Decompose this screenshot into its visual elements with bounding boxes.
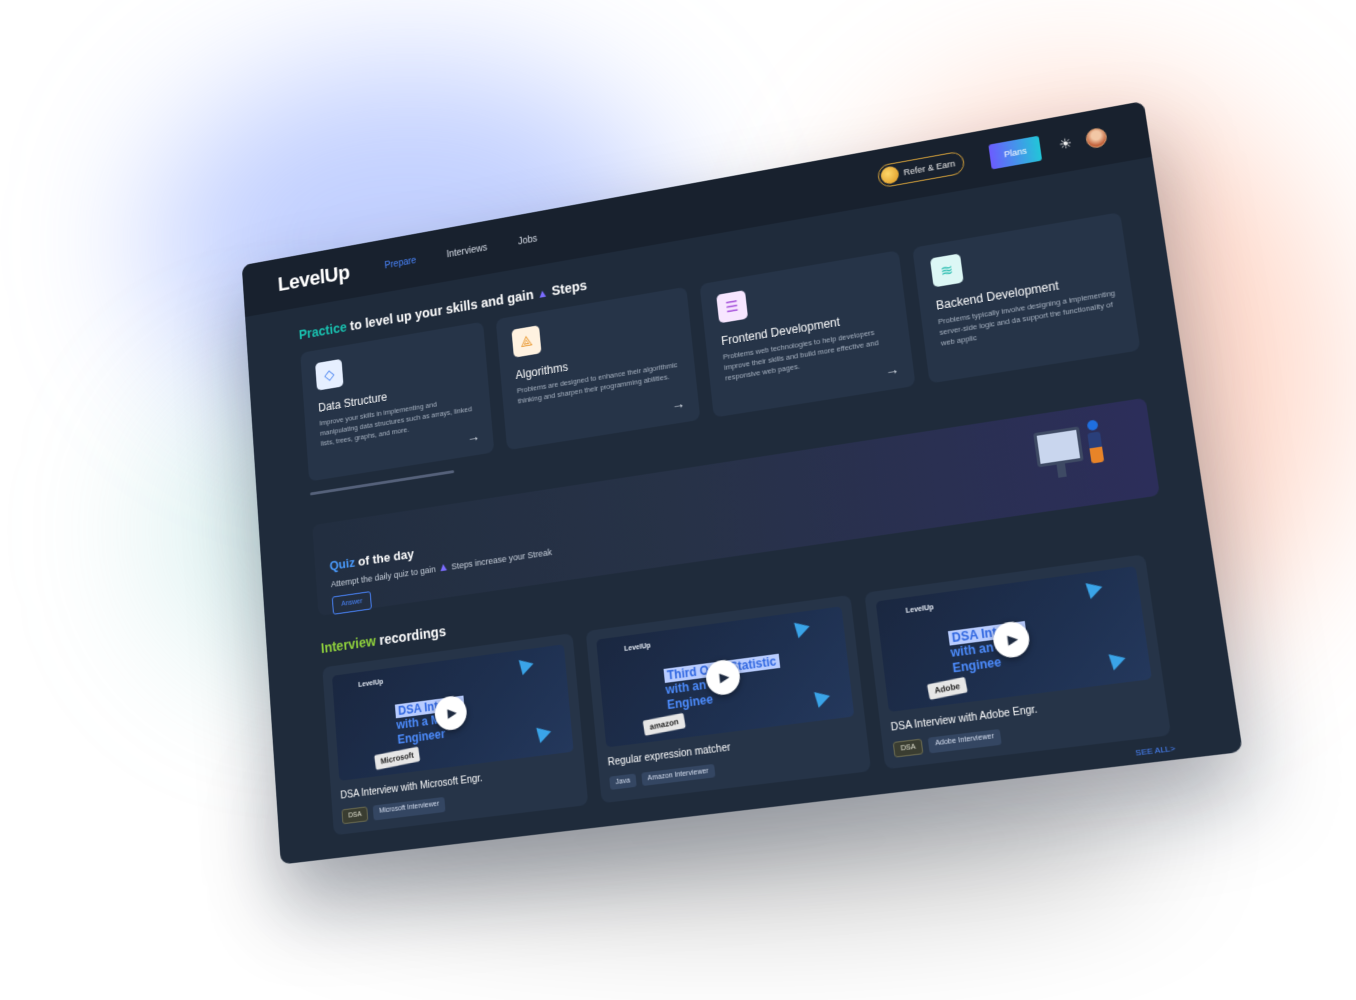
quiz-title-highlight: Quiz: [329, 555, 356, 574]
recordings-heading-text: recordings: [375, 623, 447, 649]
cursor-icon: [513, 654, 534, 676]
brand-tag: amazon: [642, 712, 686, 736]
steps-icon: ▲: [437, 559, 450, 575]
plans-button[interactable]: Plans: [988, 135, 1043, 170]
cursor-icon: [788, 616, 810, 639]
video-thumbnail[interactable]: LevelUp Third Ord Statistic with an n En…: [596, 606, 855, 748]
thumbnail-logo: LevelUp: [358, 678, 384, 689]
practice-heading-highlight: Practice: [298, 319, 348, 343]
sun-icon[interactable]: ☀: [1058, 134, 1073, 153]
person-head-illustration: [1086, 419, 1099, 432]
nav-interviews[interactable]: Interviews: [446, 242, 487, 259]
mockup-stage: LevelUp Prepare Interviews Jobs Refer & …: [0, 0, 1356, 1000]
cursor-icon: [1102, 647, 1126, 671]
practice-heading-steps: Steps: [550, 277, 588, 299]
practice-card-data-structure[interactable]: ◇ Data Structure Improve your skills in …: [300, 321, 495, 482]
person-body-illustration: [1087, 431, 1105, 464]
tag: DSA: [892, 738, 924, 758]
steps-icon: ▲: [536, 286, 549, 301]
avatar[interactable]: [1084, 126, 1109, 150]
quiz-subtitle: Attempt the daily quiz to gain ▲ Steps i…: [330, 458, 1139, 590]
nav-jobs[interactable]: Jobs: [518, 233, 538, 247]
tag: Amazon Interviewer: [641, 763, 716, 787]
video-thumbnail[interactable]: LevelUp DSA Inte w with an Enginee Adobe…: [875, 566, 1152, 713]
recording-card-adobe[interactable]: LevelUp DSA Inte w with an Enginee Adobe…: [864, 554, 1172, 770]
thumbnail-logo: LevelUp: [623, 642, 651, 653]
tag: DSA: [341, 806, 369, 825]
database-icon: ≋: [929, 253, 964, 288]
arrow-right-icon[interactable]: →: [671, 395, 686, 412]
brand-tag: Adobe: [926, 676, 968, 700]
practice-card-algorithms[interactable]: ⟁ Algorithms Problems are designed to en…: [495, 286, 701, 451]
monitor-illustration: [1033, 426, 1084, 468]
quiz-illustration: [1032, 414, 1116, 500]
arrow-right-icon[interactable]: →: [466, 428, 480, 445]
cursor-icon: [530, 721, 552, 744]
cursor-icon: [1079, 576, 1103, 600]
coin-icon: [879, 165, 900, 186]
recordings-heading-highlight: Interview: [320, 632, 377, 657]
recording-card-amazon[interactable]: LevelUp Third Ord Statistic with an n En…: [585, 594, 872, 804]
thumbnail-logo: LevelUp: [905, 604, 935, 615]
cube-icon: ◇: [315, 358, 344, 391]
arrow-right-icon[interactable]: →: [884, 361, 900, 379]
video-thumbnail[interactable]: LevelUp DSA Inte w with a M ft Engineer …: [331, 644, 574, 781]
logo[interactable]: LevelUp: [277, 260, 350, 296]
brand-tag: Microsoft: [374, 746, 421, 771]
practice-card-frontend[interactable]: ☰ Frontend Development Problems web tech…: [699, 250, 916, 418]
list-icon: ☰: [716, 290, 749, 324]
answer-button[interactable]: Answer: [331, 591, 373, 615]
refer-earn-label: Refer & Earn: [902, 158, 956, 178]
app-screen: LevelUp Prepare Interviews Jobs Refer & …: [241, 100, 1243, 865]
refer-earn-button[interactable]: Refer & Earn: [876, 150, 966, 189]
nav-prepare[interactable]: Prepare: [384, 255, 416, 271]
cursor-icon: [808, 685, 830, 708]
practice-card-backend[interactable]: ≋ Backend Development Problems typically…: [912, 212, 1141, 384]
recording-card-microsoft[interactable]: LevelUp DSA Inte w with a M ft Engineer …: [322, 633, 589, 836]
tag: Adobe Interviewer: [928, 728, 1002, 754]
tag: Java: [609, 773, 637, 790]
algorithm-icon: ⟁: [511, 325, 542, 358]
tag: Microsoft Interviewer: [373, 796, 446, 821]
